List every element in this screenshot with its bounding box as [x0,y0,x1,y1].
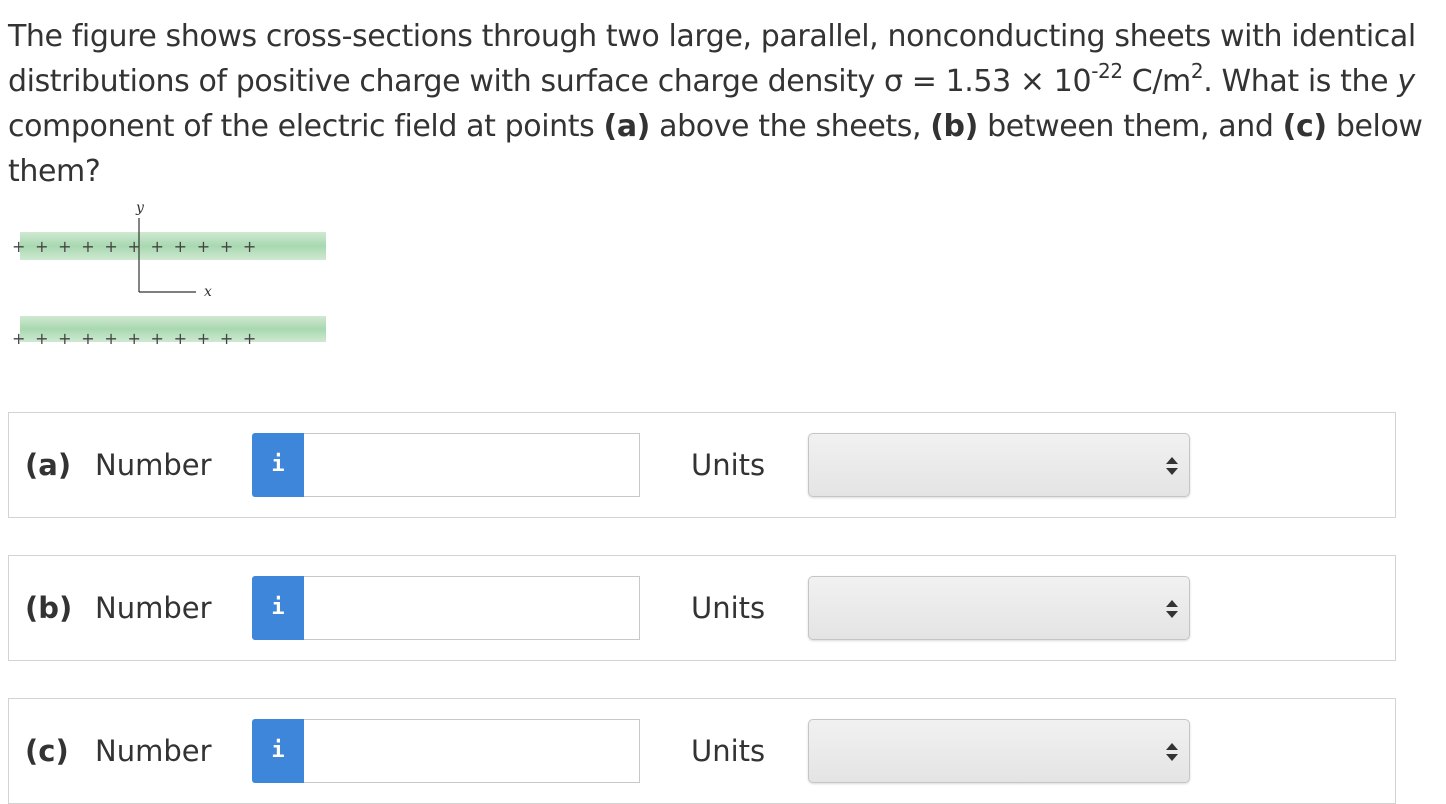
number-input-c[interactable] [304,719,640,783]
x-axis-label: x [204,284,212,300]
info-icon-c[interactable]: i [252,719,304,783]
charged-sheets-figure: y x + + + + + + + + + + + + + + + + + + … [8,196,338,356]
question-line-2: distributions of positive charge with su… [8,59,1415,99]
info-icon-b[interactable]: i [252,576,304,640]
answer-row-a: (a) Number i Units [8,412,1396,518]
number-label-a: Number [95,448,212,482]
units-label-c: Units [691,734,766,768]
part-label-c: (c) [25,734,69,768]
part-label-a: (a) [25,448,72,482]
question-line-3: component of the electric field at point… [8,109,1423,189]
top-sheet-charges: + + + + + + + + + + + [12,237,259,256]
question-text: The figure shows cross-sections through … [8,14,1428,194]
select-arrows-icon [1166,457,1178,475]
bottom-sheet-charges: + + + + + + + + + + + [12,329,259,348]
info-icon-a[interactable]: i [252,433,304,497]
charged-sheets-diagram: y x + + + + + + + + + + + + + + + + + + … [12,200,326,348]
number-input-b[interactable] [304,576,640,640]
number-input-a[interactable] [304,433,640,497]
units-label-b: Units [691,591,766,625]
answer-row-b: (b) Number i Units [8,555,1396,661]
select-arrows-icon [1166,600,1178,618]
number-label-b: Number [95,591,212,625]
units-select-c[interactable] [808,719,1190,783]
units-select-a[interactable] [808,433,1190,497]
part-label-b: (b) [25,591,73,625]
question-line-1: The figure shows cross-sections through … [8,19,1416,54]
units-label-a: Units [691,448,766,482]
select-arrows-icon [1166,743,1178,761]
y-axis-label: y [135,200,145,216]
number-label-c: Number [95,734,212,768]
units-select-b[interactable] [808,576,1190,640]
answer-row-c: (c) Number i Units [8,698,1396,804]
